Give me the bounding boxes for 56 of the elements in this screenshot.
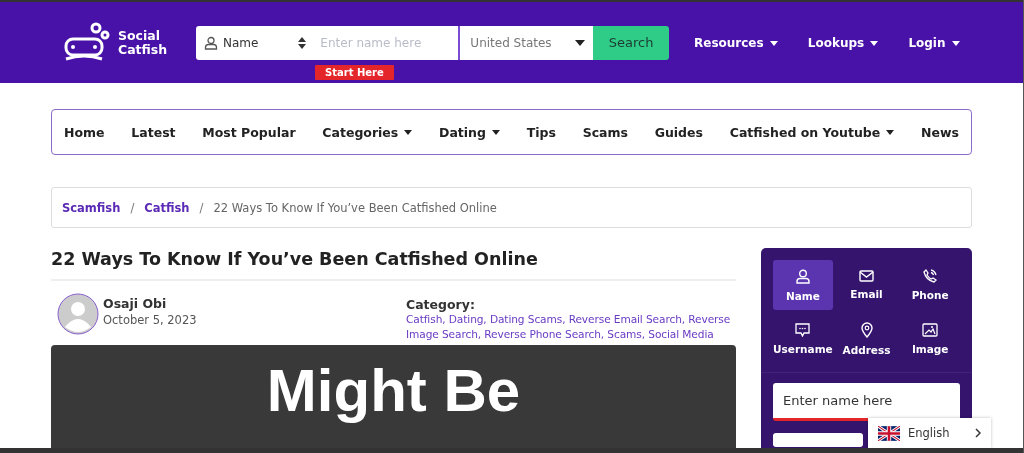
person-icon [795,268,810,284]
menu-link[interactable]: Login [908,35,960,50]
nav-link[interactable]: Scams [582,124,628,140]
start-here-badge: Start Here [315,64,394,80]
search-type-select[interactable]: Name [196,25,315,60]
nav-link[interactable]: Most Popular [202,124,296,140]
article-title: 22 Ways To Know If You’ve Been Catfished Online [51,249,736,281]
separator: / [199,200,204,215]
logo-text[interactable]: Social Catfish [118,28,168,57]
post-date: October 5, 2023 [103,313,197,327]
caret-icon [575,39,586,46]
nav-link[interactable]: Home [64,124,105,140]
person-icon [204,35,218,50]
sort-caret-icon [298,36,307,49]
caret-icon [886,129,895,135]
caret-icon [491,129,500,135]
author-name: Osaji Obi [103,296,168,311]
mail-icon [859,270,874,282]
location-pin-icon [860,322,873,338]
nav-link[interactable]: Tips [526,124,556,140]
language-menu[interactable]: English [868,418,991,448]
chat-icon [795,323,811,337]
caret-icon [870,40,879,46]
caret-icon [951,40,960,46]
breadcrumb-link[interactable]: Scamfish [62,200,121,215]
menu-link[interactable]: Resources [694,35,778,50]
search-type-tab[interactable]: Address [836,314,897,364]
banner-text: Might Be [266,357,521,425]
search-type-tab[interactable]: Email [836,260,897,310]
search-button[interactable]: Search [593,25,669,60]
nav-link[interactable]: Guides [654,124,703,140]
search-type-tab[interactable]: Image [900,314,960,364]
uk-flag-icon [878,425,900,441]
nav-link[interactable]: Catfished on Youtube [729,124,895,140]
category-label: Category: [406,297,476,312]
category-links[interactable]: Catfish, Dating, Dating Scams, Reverse Email Search, Reverse Image Search, Reverse Phone Search, Scams, Social Media [406,312,736,342]
image-icon [922,323,939,337]
menu-link[interactable]: Lookups [807,35,879,50]
nav-link[interactable]: Categories [322,124,413,140]
separator: / [130,200,135,215]
search-type-tab[interactable]: Phone [900,260,960,310]
chevron-right-icon [975,428,981,438]
nav-link[interactable]: News [920,124,959,140]
breadcrumb-current: 22 Ways To Know If You’ve Been Catfished Online [213,200,497,215]
phone-icon [923,269,938,283]
caret-icon [769,40,778,46]
search-type-tab[interactable]: Name [773,260,833,310]
search-type-tab[interactable]: Username [773,314,833,364]
country-select[interactable] [773,433,863,447]
country-select[interactable]: United States [458,25,594,60]
caret-icon [404,129,413,135]
name-input-field[interactable]: Enter name here [314,25,459,60]
name-input-field[interactable]: Enter name here [773,383,960,421]
breadcrumb-link[interactable]: Catfish [144,200,190,215]
nav-link[interactable]: Latest [131,124,176,140]
nav-link[interactable]: Dating [439,124,500,140]
